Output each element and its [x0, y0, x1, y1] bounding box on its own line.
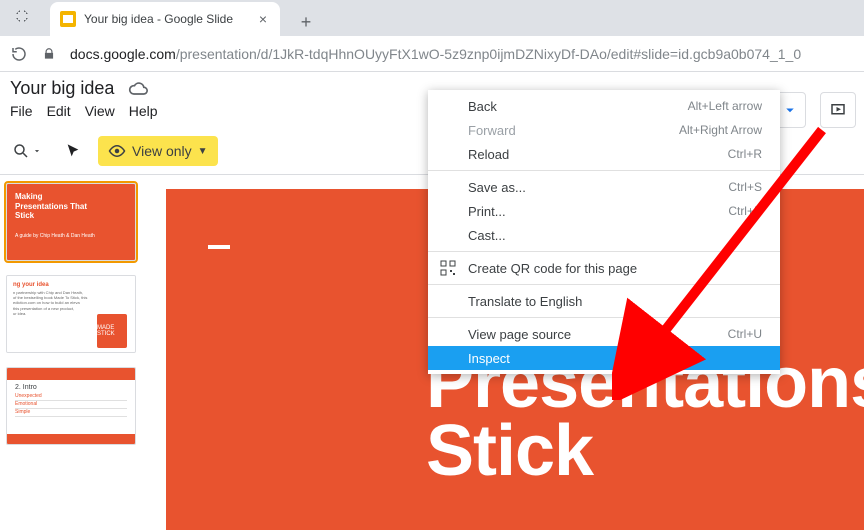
ctx-back-label: Back — [468, 99, 497, 114]
url-text[interactable]: docs.google.com/presentation/d/1JkR-tdqH… — [70, 46, 801, 62]
ctx-translate[interactable]: Translate to English — [428, 289, 780, 313]
ctx-view-source[interactable]: View page source Ctrl+U — [428, 322, 780, 346]
separator — [428, 317, 780, 318]
chevron-down-icon — [32, 146, 42, 156]
browser-tab[interactable]: Your big idea - Google Slide × — [50, 2, 280, 36]
menu-file[interactable]: File — [10, 103, 33, 119]
ctx-print-shortcut: Ctrl+P — [728, 204, 762, 218]
thumb1-line2: Presentations That — [15, 202, 127, 212]
menu-view[interactable]: View — [85, 103, 115, 119]
ctx-back-shortcut: Alt+Left arrow — [688, 99, 762, 113]
thumb3-r2: Emotional — [15, 401, 127, 409]
ctx-qr[interactable]: Create QR code for this page — [428, 256, 780, 280]
separator — [428, 251, 780, 252]
close-tab-icon[interactable]: × — [256, 12, 270, 26]
ctx-cast-label: Cast... — [468, 228, 506, 243]
thumb1-sub: A guide by Chip Heath & Dan Heath — [15, 233, 127, 239]
ctx-saveas-label: Save as... — [468, 180, 526, 195]
ctx-inspect-label: Inspect — [468, 351, 510, 366]
tab-title: Your big idea - Google Slide — [84, 12, 248, 26]
present-button[interactable] — [820, 92, 856, 128]
dash-shape — [208, 245, 230, 249]
view-only-badge[interactable]: View only ▼ — [98, 136, 218, 166]
ctx-saveas-shortcut: Ctrl+S — [728, 180, 762, 194]
filmstrip: Making Presentations That Stick A guide … — [0, 175, 142, 530]
ctx-save-as[interactable]: Save as... Ctrl+S — [428, 175, 780, 199]
new-tab-button[interactable]: + — [292, 8, 320, 36]
ctx-forward-shortcut: Alt+Right Arrow — [679, 123, 762, 137]
slide-thumbnail-1[interactable]: Making Presentations That Stick A guide … — [6, 183, 136, 261]
context-menu: Back Alt+Left arrow Forward Alt+Right Ar… — [428, 90, 780, 374]
ctx-forward-label: Forward — [468, 123, 516, 138]
slides-favicon-icon — [60, 11, 76, 27]
thumb3-r1: Unexpected — [15, 393, 127, 401]
ctx-forward: Forward Alt+Right Arrow — [428, 118, 780, 142]
ctx-qr-label: Create QR code for this page — [468, 261, 637, 276]
ctx-cast[interactable]: Cast... — [428, 223, 780, 247]
url-host: docs.google.com — [70, 46, 176, 62]
url-path: /presentation/d/1JkR-tdqHhnOUyyFtX1wO-5z… — [176, 46, 801, 62]
thumb3-r3: Simple — [15, 409, 127, 417]
cloud-saved-icon[interactable] — [128, 79, 148, 99]
ctx-print[interactable]: Print... Ctrl+P — [428, 199, 780, 223]
reload-icon[interactable] — [10, 45, 28, 63]
ctx-translate-label: Translate to English — [468, 294, 582, 309]
menu-edit[interactable]: Edit — [47, 103, 71, 119]
ctx-inspect[interactable]: Inspect — [428, 346, 780, 370]
chevron-down-icon: ▼ — [198, 146, 208, 157]
canvas-line2: Stick — [426, 417, 864, 485]
ctx-reload[interactable]: Reload Ctrl+R — [428, 142, 780, 166]
thumb3-title: 2. Intro — [15, 384, 127, 391]
zoom-dropdown[interactable] — [6, 138, 48, 164]
slide-thumbnail-2[interactable]: ng your idea n partnership with Chip and… — [6, 275, 136, 353]
thumb1-line1: Making — [15, 192, 127, 202]
separator — [428, 284, 780, 285]
thumb2-h: ng your idea — [13, 282, 129, 288]
menu-help[interactable]: Help — [129, 103, 158, 119]
tab-strip: Your big idea - Google Slide × + — [0, 0, 864, 36]
expand-window-icon[interactable] — [14, 8, 30, 24]
select-tool-button[interactable] — [58, 136, 88, 166]
thumb1-line3: Stick — [15, 211, 127, 221]
doc-title[interactable]: Your big idea — [10, 78, 114, 99]
separator — [428, 170, 780, 171]
view-only-label: View only — [132, 143, 192, 159]
ctx-back[interactable]: Back Alt+Left arrow — [428, 94, 780, 118]
address-bar: docs.google.com/presentation/d/1JkR-tdqH… — [0, 36, 864, 72]
ctx-print-label: Print... — [468, 204, 506, 219]
book-cover-icon: MADE STICK — [97, 314, 127, 348]
slide-thumbnail-3[interactable]: 2. Intro Unexpected Emotional Simple — [6, 367, 136, 445]
ctx-reload-label: Reload — [468, 147, 509, 162]
qr-code-icon — [440, 260, 456, 276]
eye-icon — [108, 142, 126, 160]
lock-icon[interactable] — [42, 47, 56, 61]
ctx-reload-shortcut: Ctrl+R — [728, 147, 762, 161]
ctx-source-shortcut: Ctrl+U — [728, 327, 762, 341]
ctx-source-label: View page source — [468, 327, 571, 342]
